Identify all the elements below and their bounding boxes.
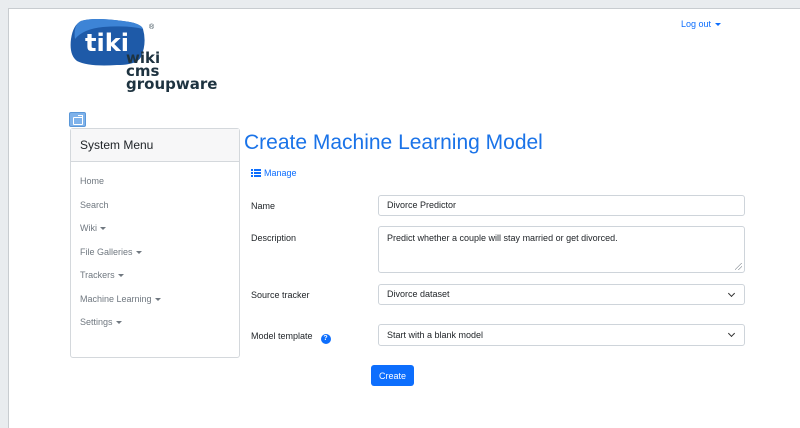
chevron-down-icon (715, 23, 722, 27)
chevron-down-icon (727, 289, 736, 298)
sidebar-item-label: File Galleries (80, 246, 133, 257)
sidebar-item-trackers[interactable]: Trackers (80, 270, 239, 294)
source-tracker-label: Source tracker (251, 290, 310, 300)
page-title: Create Machine Learning Model (244, 131, 543, 154)
sidebar-item-label: Home (80, 176, 105, 186)
tiki-logo[interactable]: tiki ® wiki cms groupware (67, 17, 227, 103)
chevron-down-icon (135, 250, 142, 254)
registered-mark: ® (149, 24, 155, 31)
sidebar-item-settings[interactable]: Settings (80, 317, 239, 341)
sidebar-item-label: Search (80, 199, 109, 210)
sidebar-item-wiki[interactable]: Wiki (80, 223, 239, 247)
model-template-label: Model template? (251, 331, 331, 344)
source-tracker-value: Divorce dataset (387, 289, 450, 299)
name-input[interactable]: Divorce Predictor (378, 195, 745, 216)
chevron-down-icon (727, 329, 736, 338)
chevron-down-icon (154, 297, 161, 301)
module-edit-icon[interactable] (69, 112, 86, 127)
sidebar-item-label: Trackers (80, 270, 115, 280)
chevron-down-icon (117, 274, 124, 278)
system-menu: System Menu Home Search Wiki File Galler… (70, 128, 240, 358)
chevron-down-icon (100, 227, 106, 231)
sidebar-item-label: Wiki (80, 223, 97, 233)
sidebar-item-home[interactable]: Home (80, 176, 239, 200)
sidebar-item-file-galleries[interactable]: File Galleries (80, 247, 239, 271)
model-template-value: Start with a blank model (387, 330, 484, 340)
sidebar-item-machine-learning[interactable]: Machine Learning (80, 294, 239, 318)
source-tracker-select[interactable]: Divorce dataset (378, 284, 745, 305)
logout-link[interactable]: Log out (681, 19, 722, 29)
name-label: Name (251, 201, 276, 211)
sidebar-item-label: Machine Learning (80, 293, 152, 304)
resize-handle-icon[interactable] (735, 263, 742, 270)
logo-wordmark: wiki cms groupware (126, 51, 218, 93)
description-label: Description (251, 233, 297, 243)
help-icon[interactable]: ? (320, 334, 331, 344)
list-icon (251, 169, 261, 177)
logo-mark-text: tiki (85, 29, 129, 57)
manage-link[interactable]: Manage (251, 168, 297, 178)
system-menu-title: System Menu (71, 129, 239, 162)
app-window: tiki ® wiki cms groupware Log out System… (8, 8, 800, 428)
logo-line-groupware: groupware (126, 75, 218, 93)
description-textarea[interactable]: Predict whether a couple will stay marri… (378, 226, 745, 273)
sidebar-item-label: Settings (80, 317, 113, 327)
logout-label: Log out (681, 19, 712, 29)
description-value: Predict whether a couple will stay marri… (387, 233, 618, 243)
manage-label: Manage (264, 168, 297, 178)
model-template-label-text: Model template (251, 331, 313, 341)
name-value: Divorce Predictor (387, 200, 457, 210)
sidebar-item-search[interactable]: Search (80, 200, 239, 224)
system-menu-list: Home Search Wiki File Galleries Trackers… (71, 162, 239, 341)
chevron-down-icon (115, 321, 122, 325)
model-template-select[interactable]: Start with a blank model (378, 324, 745, 346)
create-button[interactable]: Create (371, 365, 414, 386)
